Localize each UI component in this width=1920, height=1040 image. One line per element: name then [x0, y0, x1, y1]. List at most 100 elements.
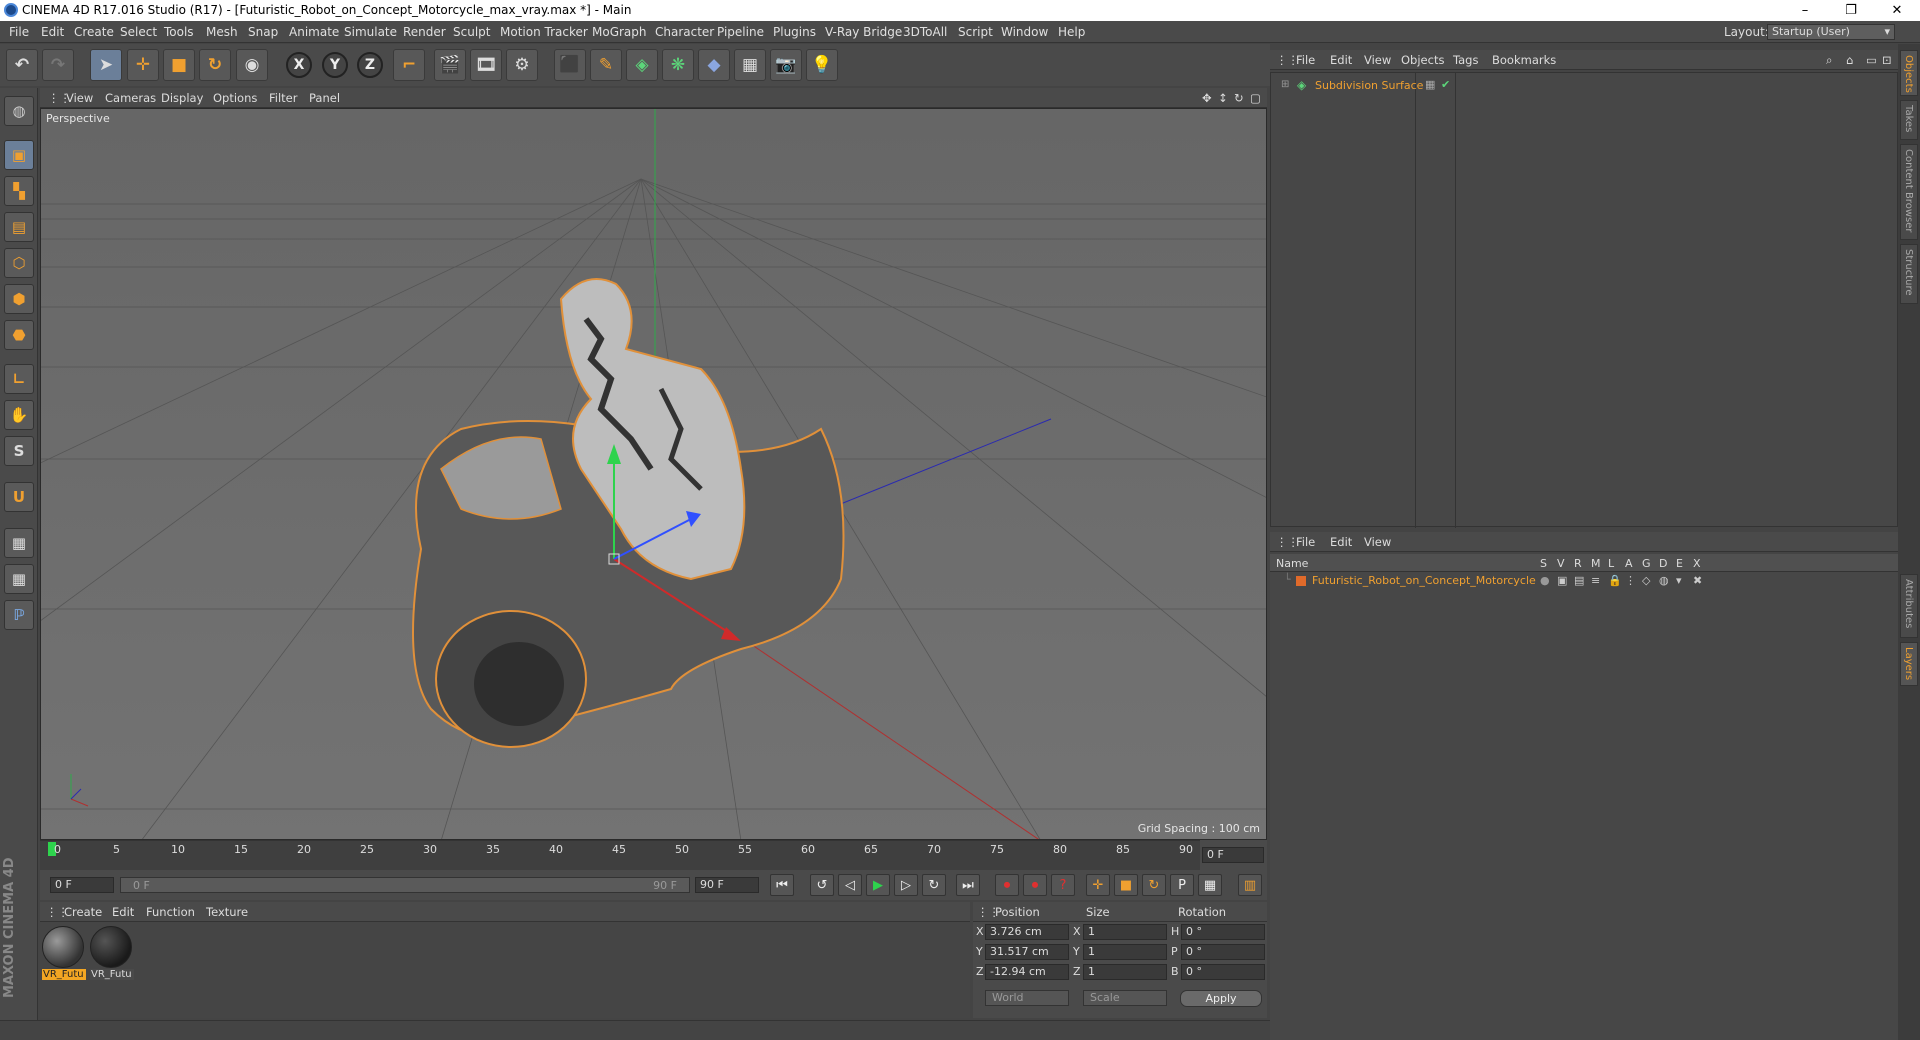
menu-help[interactable]: Help	[1058, 25, 1085, 39]
objects-menu-view[interactable]: View	[1364, 53, 1391, 67]
menu-vray-bridge[interactable]: V-Ray Bridge	[825, 25, 902, 39]
material-menu-texture[interactable]: Texture	[206, 905, 248, 919]
material-swatch[interactable]: VR_Futu	[90, 926, 134, 984]
viewport-maximize-icon[interactable]: ▢	[1250, 91, 1261, 105]
size-z-field[interactable]: 1	[1083, 964, 1167, 980]
rotation-p-field[interactable]: 0 °	[1181, 944, 1265, 960]
object-name[interactable]: Subdivision Surface	[1315, 79, 1423, 92]
layers-menu-edit[interactable]: Edit	[1330, 535, 1352, 549]
camera-icon[interactable]: 📷	[770, 49, 802, 81]
viewport-menu-options[interactable]: Options	[213, 91, 257, 105]
menu-create[interactable]: Create	[74, 25, 114, 39]
coordinate-mode-select[interactable]: World	[985, 990, 1069, 1006]
key-rotation-icon[interactable]: ↻	[1142, 874, 1166, 896]
floor-icon[interactable]: ▦	[734, 49, 766, 81]
menu-3dtoall[interactable]: 3DToAll	[903, 25, 947, 39]
make-editable-icon[interactable]: ◍	[4, 96, 34, 126]
objects-menu-tags[interactable]: Tags	[1453, 53, 1478, 67]
objects-menu-objects[interactable]: Objects	[1401, 53, 1444, 67]
rotate-tool-icon[interactable]: ↻	[199, 49, 231, 81]
deformer-icon[interactable]: ◆	[698, 49, 730, 81]
menu-plugins[interactable]: Plugins	[773, 25, 816, 39]
start-frame-field[interactable]: 0 F	[50, 877, 114, 893]
objects-menu-file[interactable]: File	[1296, 53, 1315, 67]
viewport-move-icon[interactable]: ✥	[1202, 91, 1212, 105]
preview-range-slider[interactable]: 0 F 90 F	[120, 877, 690, 893]
menu-script[interactable]: Script	[958, 25, 993, 39]
move-tool-icon[interactable]: ✛	[127, 49, 159, 81]
material-menu-function[interactable]: Function	[146, 905, 195, 919]
planar-workplane-icon[interactable]: ▦	[4, 564, 34, 594]
layer-render-icon[interactable]: ▤	[1574, 574, 1584, 587]
layers-menu-file[interactable]: File	[1296, 535, 1315, 549]
expand-toggle-icon[interactable]: ⊞	[1281, 79, 1289, 90]
snap-icon[interactable]: S	[4, 436, 34, 466]
render-settings-icon[interactable]: ⚙	[506, 49, 538, 81]
minimize-button[interactable]: –	[1782, 0, 1828, 21]
select-tool-icon[interactable]: ➤	[90, 49, 122, 81]
points-mode-icon[interactable]: ⬡	[4, 248, 34, 278]
viewport-menu-filter[interactable]: Filter	[269, 91, 297, 105]
layers-menu-view[interactable]: View	[1364, 535, 1391, 549]
key-parameter-icon[interactable]: P	[1170, 874, 1194, 896]
layer-animation-icon[interactable]: ⋮	[1625, 574, 1636, 587]
size-y-field[interactable]: 1	[1083, 944, 1167, 960]
lock-workplane-icon[interactable]: ▦	[4, 528, 34, 558]
timeline-ruler[interactable]: 0 5 10 15 20 25 30 35 40 45 50 55 60 65 …	[40, 840, 1267, 870]
objects-menu-edit[interactable]: Edit	[1330, 53, 1352, 67]
size-x-field[interactable]: 1	[1083, 924, 1167, 940]
visibility-toggle-icon[interactable]: ▦	[1425, 78, 1435, 91]
current-frame-field[interactable]: 0 F	[1202, 847, 1264, 863]
render-picture-viewer-icon[interactable]: 🎞	[470, 49, 502, 81]
menu-select[interactable]: Select	[120, 25, 157, 39]
redo-icon[interactable]: ↷	[42, 49, 74, 81]
material-swatch[interactable]: VR_Futu	[42, 926, 86, 984]
menu-file[interactable]: File	[9, 25, 29, 39]
next-frame-icon[interactable]: ▷	[894, 874, 918, 896]
layer-manager-icon[interactable]: ≡	[1591, 574, 1600, 587]
viewport-menu-view[interactable]: View	[66, 91, 93, 105]
home-icon[interactable]: ⌂	[1846, 53, 1853, 67]
workplane-icon[interactable]: ▤	[4, 212, 34, 242]
layer-row[interactable]: └ Futuristic_Robot_on_Concept_Motorcycle…	[1270, 572, 1898, 590]
viewport-menu-display[interactable]: Display	[161, 91, 203, 105]
previous-key-icon[interactable]: ↺	[810, 874, 834, 896]
material-menu-create[interactable]: Create	[64, 905, 102, 919]
timeline-window-icon[interactable]: ▥	[1238, 874, 1262, 896]
tab-content-browser[interactable]: Content Browser	[1900, 144, 1918, 240]
menu-tools[interactable]: Tools	[164, 25, 194, 39]
scale-tool-icon[interactable]: ■	[163, 49, 195, 81]
cube-primitive-icon[interactable]: ⬛	[554, 49, 586, 81]
next-key-icon[interactable]: ↻	[922, 874, 946, 896]
layer-expressions-icon[interactable]: ▾	[1676, 574, 1682, 587]
layer-generators-icon[interactable]: ◇	[1642, 574, 1650, 587]
viewport-rotate-icon[interactable]: ↻	[1234, 91, 1244, 105]
edges-mode-icon[interactable]: ⬢	[4, 284, 34, 314]
z-axis-lock-icon[interactable]: Z	[357, 52, 383, 78]
viewport-zoom-icon[interactable]: ↕	[1218, 91, 1228, 105]
layer-view-icon[interactable]: ▣	[1557, 574, 1567, 587]
viewport-menu-cameras[interactable]: Cameras	[105, 91, 156, 105]
menu-motion-tracker[interactable]: Motion Tracker	[500, 25, 588, 39]
maximize-button[interactable]: ❐	[1828, 0, 1874, 21]
record-keys-icon[interactable]: ⏺	[995, 874, 1019, 896]
material-menu-edit[interactable]: Edit	[112, 905, 134, 919]
axis-mode-icon[interactable]: ∟	[4, 364, 34, 394]
keyframe-selection-icon[interactable]: ?	[1051, 874, 1075, 896]
position-x-field[interactable]: 3.726 cm	[985, 924, 1069, 940]
tab-attributes[interactable]: Attributes	[1900, 574, 1918, 638]
rotation-b-field[interactable]: 0 °	[1181, 964, 1265, 980]
undo-icon[interactable]: ↶	[6, 49, 38, 81]
menu-mesh[interactable]: Mesh	[206, 25, 238, 39]
y-axis-lock-icon[interactable]: Y	[322, 52, 348, 78]
menu-snap[interactable]: Snap	[248, 25, 278, 39]
go-to-start-icon[interactable]: ⏮	[770, 874, 794, 896]
size-mode-select[interactable]: Scale	[1083, 990, 1167, 1006]
new-view-icon[interactable]: ▭	[1866, 53, 1877, 67]
rotation-h-field[interactable]: 0 °	[1181, 924, 1265, 940]
coordinate-system-icon[interactable]: ⌐	[393, 49, 425, 81]
render-view-icon[interactable]: 🎬	[434, 49, 466, 81]
layer-color-swatch[interactable]	[1296, 576, 1306, 586]
key-scale-icon[interactable]: ■	[1114, 874, 1138, 896]
menu-window[interactable]: Window	[1001, 25, 1048, 39]
